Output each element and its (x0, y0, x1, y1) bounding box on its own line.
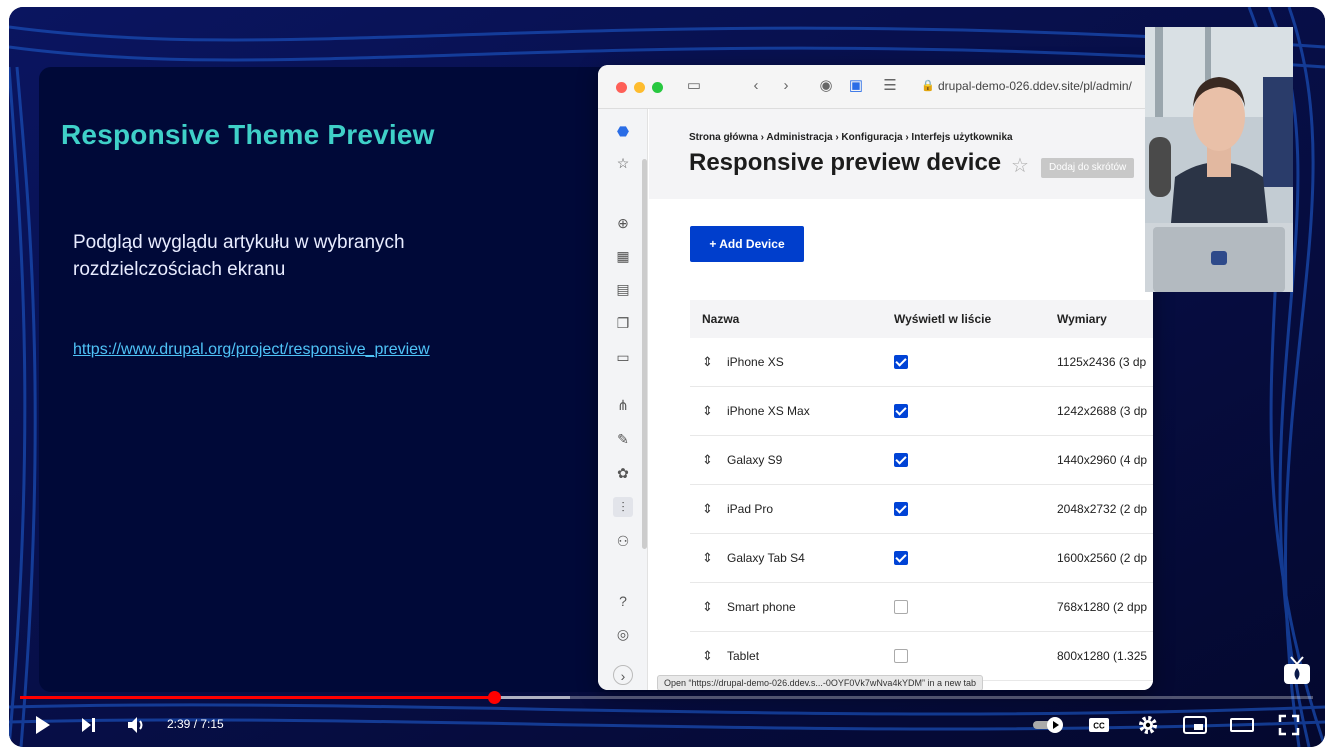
browser-toolbar: ▭ ‹ › ◉ ▣ ☰ 🔒 drupal-demo-026.ddev.site/… (598, 65, 1153, 109)
video-player[interactable]: Responsive Theme Preview Podgląd wyglądu… (9, 7, 1325, 747)
drag-handle-icon[interactable]: ⇕ (702, 403, 713, 419)
admin-sidebar: ⬣ ☆ ⊕ ▦ ▤ ❐ ▭ ⋔ ✎ ✿ ⫶ ⚇ ? ◎ › (598, 109, 648, 690)
admin-content: Strona główna › Administracja › Konfigur… (649, 109, 1153, 690)
table-row: ⇕ Galaxy Tab S4 1600x2560 (2 dp (690, 534, 1153, 583)
bookmark-icon[interactable]: ▣ (846, 76, 866, 96)
device-name[interactable]: Galaxy S9 (727, 453, 782, 467)
device-name[interactable]: iPhone XS (727, 355, 784, 369)
forward-icon[interactable]: › (776, 76, 796, 96)
add-shortcut-label[interactable]: Dodaj do skrótów (1041, 158, 1135, 178)
sidebar-scrollbar[interactable] (642, 159, 647, 549)
time-display: 2:39 / 7:15 (167, 717, 224, 731)
media-icon[interactable]: ▤ (613, 279, 633, 299)
back-icon[interactable]: ‹ (746, 76, 766, 96)
device-dimensions: 768x1280 (2 dpp (1057, 600, 1148, 614)
link-status-bar: Open “https://drupal-demo-026.ddev.s...-… (657, 675, 983, 690)
drag-handle-icon[interactable]: ⇕ (702, 648, 713, 664)
progress-scrubber[interactable] (488, 691, 501, 704)
device-table: Nazwa Wyświetl w liście Wymiary ⇕ iPhone … (690, 300, 1153, 681)
extension-icon[interactable]: ◉ (816, 76, 836, 96)
reader-icon[interactable]: ☰ (880, 76, 900, 96)
table-header: Nazwa Wyświetl w liście Wymiary (690, 300, 1153, 338)
lock-icon: 🔒 (921, 80, 935, 92)
show-in-list-checkbox[interactable] (894, 502, 908, 516)
drupal-logo-icon[interactable]: ⬣ (613, 121, 633, 141)
sidebar-toggle-icon[interactable]: ▭ (684, 76, 704, 96)
address-bar[interactable]: drupal-demo-026.ddev.site/pl/admin/ (938, 79, 1132, 93)
drag-handle-icon[interactable]: ⇕ (702, 550, 713, 566)
star-icon[interactable]: ☆ (613, 153, 633, 173)
column-show[interactable]: Wyświetl w liście (894, 312, 991, 326)
device-name[interactable]: Galaxy Tab S4 (727, 551, 805, 565)
minimize-dot-icon[interactable] (634, 82, 645, 93)
table-row: ⇕ iPhone XS 1125x2436 (3 dp (690, 338, 1153, 387)
drag-handle-icon[interactable]: ⇕ (702, 501, 713, 517)
drag-handle-icon[interactable]: ⇕ (702, 452, 713, 468)
autoplay-toggle-icon[interactable] (1031, 713, 1067, 737)
theater-icon[interactable] (1229, 713, 1255, 737)
help-icon[interactable]: ? (613, 591, 633, 611)
progress-played (20, 696, 495, 699)
drag-handle-icon[interactable]: ⇕ (702, 354, 713, 370)
device-name[interactable]: Tablet (727, 649, 759, 663)
table-row: ⇕ iPhone XS Max 1242x2688 (3 dp (690, 387, 1153, 436)
structure-icon[interactable]: ⋔ (613, 395, 633, 415)
expand-sidebar-icon[interactable]: › (613, 665, 633, 685)
browser-window: ▭ ‹ › ◉ ▣ ☰ 🔒 drupal-demo-026.ddev.site/… (598, 65, 1153, 690)
add-device-button[interactable]: + Add Device (690, 226, 804, 262)
device-name[interactable]: iPad Pro (727, 502, 773, 516)
volume-icon[interactable] (125, 713, 149, 737)
show-in-list-checkbox[interactable] (894, 649, 908, 663)
slide-text: Podgląd wyglądu artykułu w wybranych roz… (73, 232, 405, 280)
blocks-icon[interactable]: ▭ (613, 347, 633, 367)
column-dimensions[interactable]: Wymiary (1057, 312, 1107, 326)
device-dimensions: 1242x2688 (3 dp (1057, 404, 1148, 418)
table-row: ⇕ Galaxy S9 1440x2960 (4 dp (690, 436, 1153, 485)
device-dimensions: 2048x2732 (2 dp (1057, 502, 1148, 516)
grid-icon[interactable]: ▦ (613, 246, 633, 266)
fullscreen-icon[interactable] (1277, 713, 1301, 737)
next-icon[interactable] (79, 713, 99, 737)
show-in-list-checkbox[interactable] (894, 453, 908, 467)
settings-icon[interactable] (1136, 713, 1160, 737)
files-icon[interactable]: ❐ (613, 313, 633, 333)
slide-link[interactable]: https://www.drupal.org/project/responsiv… (73, 341, 430, 359)
miniplayer-icon[interactable] (1182, 713, 1208, 737)
breadcrumb[interactable]: Strona główna › Administracja › Konfigur… (689, 132, 1013, 143)
page-title: Responsive preview device (689, 149, 1002, 176)
appearance-icon[interactable]: ✎ (613, 429, 633, 449)
people-icon[interactable]: ⚇ (613, 531, 633, 551)
show-in-list-checkbox[interactable] (894, 404, 908, 418)
device-dimensions: 800x1280 (1.325 (1057, 649, 1148, 663)
user-icon[interactable]: ◎ (613, 624, 633, 644)
maximize-dot-icon[interactable] (652, 82, 663, 93)
table-row: ⇕ Smart phone 768x1280 (2 dpp (690, 583, 1153, 632)
show-in-list-checkbox[interactable] (894, 551, 908, 565)
add-icon[interactable]: ⊕ (613, 213, 633, 233)
device-dimensions: 1440x2960 (4 dp (1057, 453, 1148, 467)
channel-logo-icon[interactable] (1281, 654, 1313, 686)
column-name[interactable]: Nazwa (702, 312, 739, 326)
table-row: ⇕ Tablet 800x1280 (1.325 (690, 632, 1153, 681)
slide-title: Responsive Theme Preview (61, 119, 435, 150)
device-name[interactable]: iPhone XS Max (727, 404, 810, 418)
shortcut-star-icon[interactable]: ☆ (1011, 153, 1029, 178)
svg-text:CC: CC (1093, 722, 1105, 731)
close-dot-icon[interactable] (616, 82, 627, 93)
configuration-icon[interactable]: ⫶ (613, 497, 633, 517)
device-dimensions: 1125x2436 (3 dp (1057, 355, 1147, 369)
play-icon[interactable] (33, 713, 53, 737)
device-name[interactable]: Smart phone (727, 600, 796, 614)
show-in-list-checkbox[interactable] (894, 600, 908, 614)
show-in-list-checkbox[interactable] (894, 355, 908, 369)
extend-icon[interactable]: ✿ (613, 463, 633, 483)
drag-handle-icon[interactable]: ⇕ (702, 599, 713, 615)
device-dimensions: 1600x2560 (2 dp (1057, 551, 1148, 565)
table-row: ⇕ iPad Pro 2048x2732 (2 dp (690, 485, 1153, 534)
webcam-presenter (1145, 27, 1293, 292)
captions-icon[interactable]: CC (1087, 713, 1111, 737)
